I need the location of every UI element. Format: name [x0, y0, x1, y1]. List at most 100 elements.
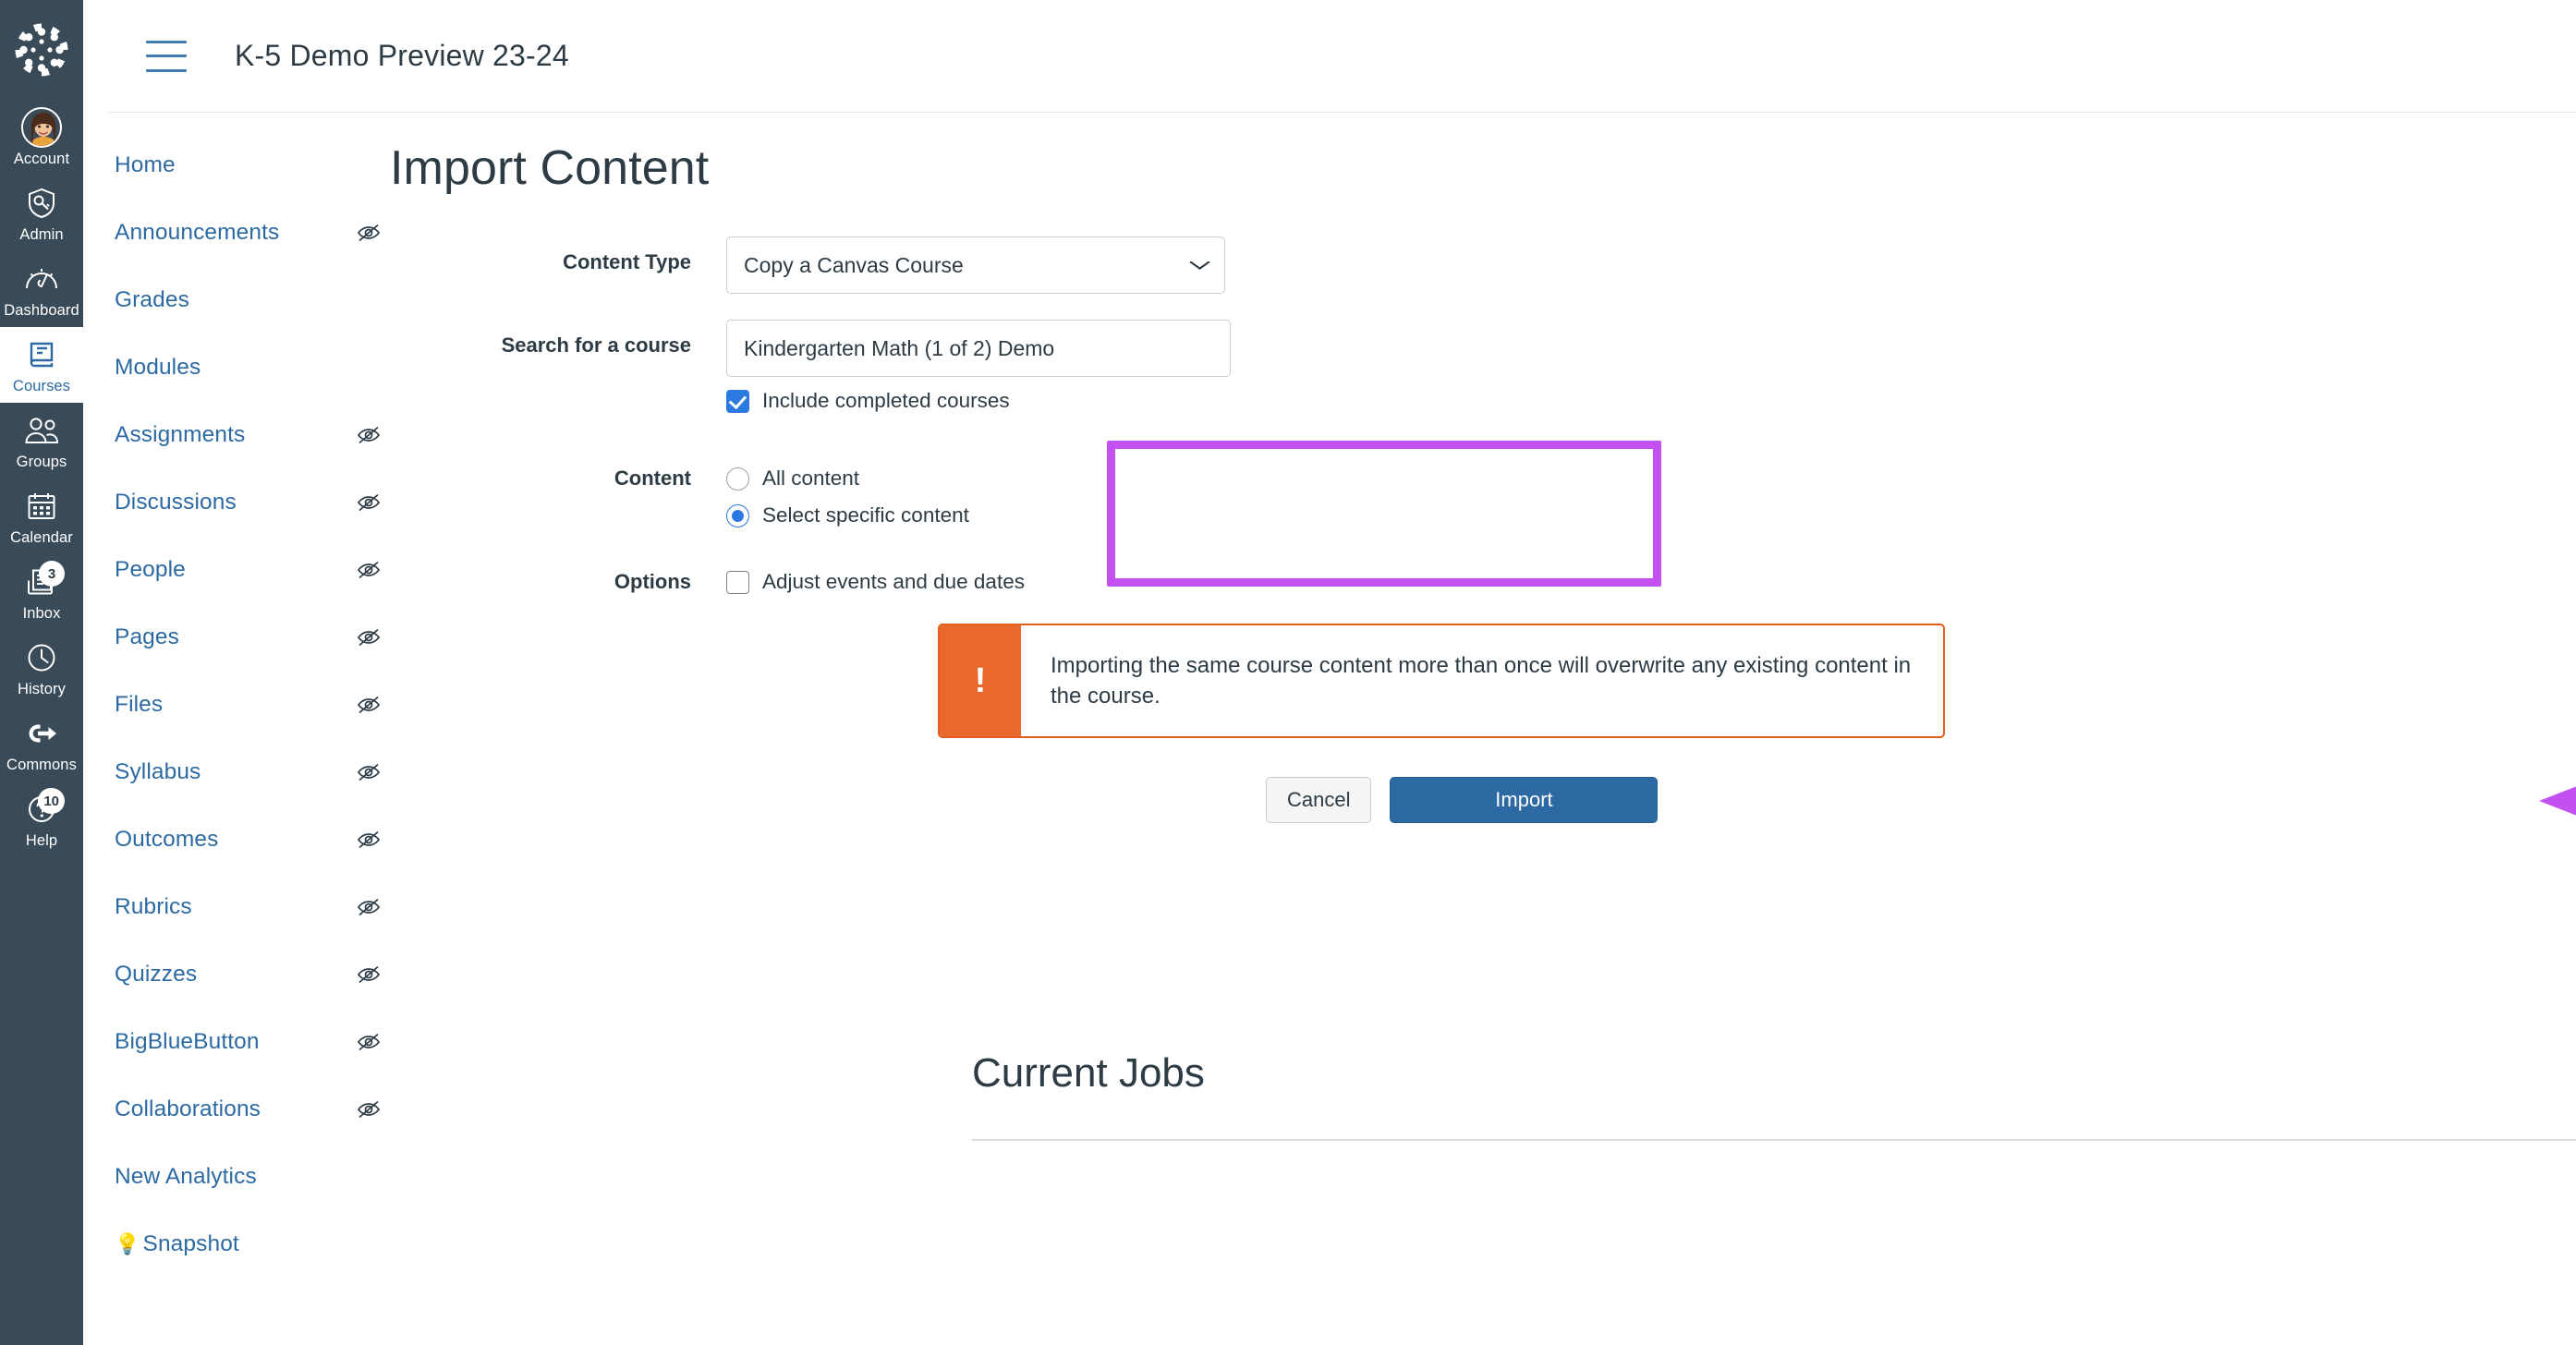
global-nav-item-dashboard[interactable]: Dashboard [0, 251, 83, 327]
radio-all-content[interactable]: All content [726, 467, 2576, 491]
global-nav-label: Help [25, 832, 58, 849]
global-nav-label: Dashboard [4, 302, 79, 319]
pointer-arrow-icon [2539, 779, 2576, 828]
course-nav-label[interactable]: Quizzes [115, 962, 197, 988]
page-title: K-5 Demo Preview 23-24 [235, 39, 569, 72]
warning-banner: ! Importing the same course content more… [938, 624, 1945, 738]
course-nav-item-people[interactable]: People [115, 551, 383, 588]
global-nav-item-admin[interactable]: Admin [0, 176, 83, 251]
course-nav-item-pages[interactable]: Pages [115, 618, 383, 656]
include-completed-row[interactable]: Include completed courses [726, 389, 2576, 413]
canvas-logo-icon[interactable] [12, 20, 71, 79]
content-type-label: Content Type [563, 250, 691, 273]
current-jobs-heading: Current Jobs [972, 1050, 1205, 1096]
gauge-icon [20, 261, 63, 297]
course-nav-label[interactable]: People [115, 557, 186, 583]
course-nav-label[interactable]: Collaborations [115, 1097, 261, 1122]
radio-all-content-label: All content [762, 467, 860, 490]
options-label: Options [614, 570, 691, 593]
course-nav-item-collaborations[interactable]: Collaborations [115, 1090, 383, 1128]
options-row: Options Adjust events and due dates [388, 570, 2576, 594]
course-nav-item-grades[interactable]: Grades [115, 281, 383, 319]
course-nav-item-snapshot[interactable]: 💡 Snapshot [115, 1225, 383, 1263]
global-nav-item-groups[interactable]: Groups [0, 403, 83, 479]
cancel-button[interactable]: Cancel [1266, 777, 1372, 823]
search-course-label: Search for a course [501, 333, 691, 357]
global-nav-item-history[interactable]: History [0, 630, 83, 706]
course-nav-item-home[interactable]: Home [115, 146, 383, 184]
eye-slash-icon [355, 558, 383, 582]
global-nav-label: Courses [12, 378, 71, 394]
course-nav-label[interactable]: Pages [115, 624, 179, 650]
course-nav-label[interactable]: BigBlueButton [115, 1029, 260, 1055]
book-icon [20, 336, 63, 373]
clock-icon [20, 639, 63, 676]
eye-slash-icon [355, 963, 383, 987]
global-nav-label: Groups [16, 454, 67, 470]
main-content: Import Content Content Type Copy a Canva… [388, 113, 2576, 1345]
course-nav-label[interactable]: Syllabus [115, 759, 200, 785]
question-icon: 10 [20, 788, 65, 828]
course-nav-item-bigbluebutton[interactable]: BigBlueButton [115, 1023, 383, 1060]
course-nav-item-new-analytics[interactable]: New Analytics [115, 1157, 383, 1195]
inbox-icon: 3 [20, 561, 65, 600]
content-type-select[interactable]: Copy a Canvas Course [726, 236, 1225, 294]
adjust-dates-label: Adjust events and due dates [762, 570, 1025, 593]
course-nav-item-quizzes[interactable]: Quizzes [115, 955, 383, 993]
warning-text: Importing the same course content more t… [1051, 653, 1912, 709]
avatar-icon [21, 107, 62, 148]
course-nav-label[interactable]: Modules [115, 355, 200, 381]
canvas-import-content-page: Account Admin Dashboard Courses Groups C… [0, 0, 2576, 1345]
course-nav-label[interactable]: Grades [115, 287, 189, 313]
hamburger-icon[interactable] [146, 40, 187, 72]
course-nav-item-rubrics[interactable]: Rubrics [115, 888, 383, 926]
commons-icon [20, 715, 63, 752]
course-nav-item-files[interactable]: Files [115, 685, 383, 723]
shield-key-icon [20, 185, 63, 222]
global-nav-item-help[interactable]: 10 Help [0, 782, 83, 857]
radio-select-specific-content[interactable]: Select specific content [726, 503, 2576, 527]
global-nav-item-courses[interactable]: Courses [0, 327, 83, 403]
include-completed-checkbox[interactable] [726, 389, 749, 413]
course-nav-label[interactable]: Announcements [115, 220, 279, 246]
course-nav-label[interactable]: Assignments [115, 422, 245, 448]
global-navigation: Account Admin Dashboard Courses Groups C… [0, 0, 83, 1345]
course-nav-label[interactable]: Home [115, 152, 176, 178]
course-nav-label[interactable]: Discussions [115, 490, 237, 515]
global-nav-item-account[interactable]: Account [0, 100, 83, 176]
global-nav-label: History [17, 681, 67, 697]
course-nav-label: Snapshot [142, 1230, 239, 1256]
adjust-dates-row[interactable]: Adjust events and due dates [726, 570, 2576, 594]
global-nav-label: Admin [19, 226, 64, 243]
radio-all-content-input[interactable] [726, 467, 749, 491]
course-navigation: Home Announcements Grades Modules Assign… [83, 113, 388, 1345]
exclamation-icon: ! [940, 625, 1021, 736]
radio-select-specific-content-input[interactable] [726, 503, 749, 527]
global-nav-item-inbox[interactable]: 3 Inbox [0, 554, 83, 630]
content-type-value: Copy a Canvas Course [744, 252, 964, 277]
course-nav-item-syllabus[interactable]: Syllabus [115, 753, 383, 791]
course-nav-label[interactable]: Outcomes [115, 827, 218, 853]
include-completed-label: Include completed courses [762, 389, 1010, 412]
form-actions: Cancel Import [1266, 777, 2576, 823]
course-nav-label[interactable]: Files [115, 692, 163, 718]
course-nav-label[interactable]: Rubrics [115, 894, 192, 920]
adjust-dates-checkbox[interactable] [726, 570, 749, 594]
search-course-input[interactable]: Kindergarten Math (1 of 2) Demo [726, 320, 1231, 377]
course-nav-item-assignments[interactable]: Assignments [115, 416, 383, 454]
import-button[interactable]: Import [1390, 777, 1659, 823]
course-nav-item-discussions[interactable]: Discussions [115, 483, 383, 521]
global-nav-item-calendar[interactable]: Calendar [0, 479, 83, 554]
course-nav-item-announcements[interactable]: Announcements [115, 213, 383, 251]
course-nav-label[interactable]: New Analytics [115, 1164, 257, 1190]
global-nav-item-commons[interactable]: Commons [0, 706, 83, 782]
course-nav-item-outcomes[interactable]: Outcomes [115, 820, 383, 858]
radio-select-specific-content-label: Select specific content [762, 503, 969, 527]
avatar [20, 107, 63, 148]
course-nav-item-modules[interactable]: Modules [115, 348, 383, 386]
eye-slash-icon [355, 828, 383, 852]
content-label: Content [614, 467, 691, 490]
right-pane: K-5 Demo Preview 23-24 Home Announcement… [83, 0, 2576, 1345]
course-nav-snapshot-link[interactable]: 💡 Snapshot [115, 1231, 239, 1257]
current-jobs-section: Current Jobs [972, 1050, 2576, 1141]
